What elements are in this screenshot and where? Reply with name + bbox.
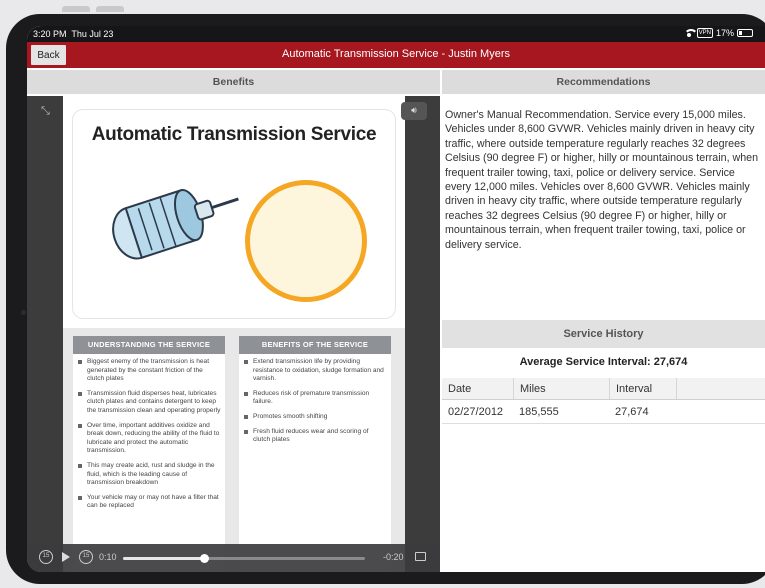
slide-info-section: UNDERSTANDING THE SERVICE Biggest enemy … [63, 328, 405, 572]
recommendations-column-header: Recommendations [442, 70, 765, 94]
vpn-badge: VPN [696, 28, 713, 38]
benefits-column-header: Benefits [27, 70, 440, 94]
list-item: Reduces risk of premature transmission f… [243, 390, 387, 407]
page-title: Automatic Transmission Service - Justin … [281, 48, 510, 60]
transmission-illustration [112, 189, 239, 260]
list-item: Promotes smooth shifting [243, 413, 387, 422]
benefits-heading: BENEFITS OF THE SERVICE [239, 336, 391, 354]
understanding-the-service-card: UNDERSTANDING THE SERVICE Biggest enemy … [73, 336, 225, 572]
remaining-time: -0:20 [383, 552, 404, 562]
player-controls: 15 15 0:10 -0:20 [27, 544, 440, 572]
column-header-date: Date [448, 383, 472, 395]
scrubber-handle[interactable] [199, 554, 209, 563]
list-item: Transmission fluid disperses heat, lubri… [77, 390, 221, 416]
device-frame: 3:20 PM Thu Jul 23 VPN 17% Back Automati… [0, 0, 765, 588]
battery-icon [737, 29, 753, 37]
slide-title: Automatic Transmission Service [91, 124, 377, 145]
list-item: Biggest enemy of the transmission is hea… [77, 358, 221, 384]
list-item: Extend transmission life by providing re… [243, 358, 387, 384]
column-header-miles: Miles [513, 378, 609, 399]
cell-date: 02/27/2012 [448, 406, 504, 418]
progress-fill [123, 557, 204, 560]
rewind-icon[interactable]: 15 [39, 550, 53, 564]
benefits-list: Extend transmission life by providing re… [239, 354, 391, 572]
understanding-heading: UNDERSTANDING THE SERVICE [73, 336, 225, 354]
table-row: 02/27/2012 185,555 27,674 [442, 400, 765, 424]
current-time: 0:10 [99, 552, 117, 562]
average-service-interval: Average Service Interval: 27,674 [519, 356, 688, 368]
list-item: Your vehicle may or may not have a filte… [77, 494, 221, 511]
video-player[interactable]: Automatic Transmission Service UNDERSTAN… [27, 96, 440, 572]
forward-icon[interactable]: 15 [79, 550, 93, 564]
column-header-interval: Interval [609, 378, 676, 399]
play-icon[interactable] [62, 552, 70, 562]
cell-miles: 185,555 [519, 406, 559, 418]
camera-icon [21, 310, 26, 315]
service-history-header: Service History [442, 320, 765, 348]
cell-interval: 27,674 [615, 406, 649, 418]
progress-scrubber[interactable] [123, 554, 365, 563]
app-header: Back Automatic Transmission Service - Ju… [27, 42, 765, 68]
app-screen: 3:20 PM Thu Jul 23 VPN 17% Back Automati… [27, 26, 765, 572]
volume-icon[interactable]: 🔊︎ [401, 102, 427, 120]
volume-up-hardware-button [62, 6, 90, 12]
recommendation-text: Owner's Manual Recommendation. Service e… [445, 109, 759, 251]
video-frame: Automatic Transmission Service UNDERSTAN… [63, 96, 405, 572]
airplay-icon[interactable] [415, 552, 426, 561]
expand-icon[interactable]: ⤡ [41, 104, 50, 118]
benefits-of-the-service-card: BENEFITS OF THE SERVICE Extend transmiss… [239, 336, 391, 572]
wifi-icon [683, 29, 698, 37]
list-item: This may create acid, rust and sludge in… [77, 462, 221, 488]
volume-down-hardware-button [96, 6, 124, 12]
status-time: 3:20 PM Thu Jul 23 [33, 29, 114, 39]
status-indicators: VPN 17% [683, 28, 753, 38]
column-header-empty [676, 378, 765, 399]
slide-title-card: Automatic Transmission Service [73, 110, 395, 318]
fluid-circle-graphic [245, 180, 367, 302]
understanding-list: Biggest enemy of the transmission is hea… [73, 354, 225, 572]
battery-percentage: 17% [715, 28, 734, 38]
status-bar: 3:20 PM Thu Jul 23 VPN 17% [27, 26, 765, 42]
list-item: Over time, important additives oxidize a… [77, 422, 221, 456]
history-table-header: Date Miles Interval [442, 378, 765, 400]
list-item: Fresh fluid reduces wear and scoring of … [243, 428, 387, 445]
